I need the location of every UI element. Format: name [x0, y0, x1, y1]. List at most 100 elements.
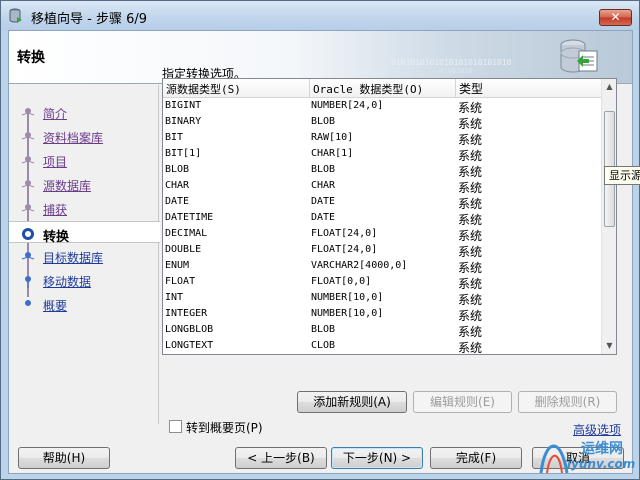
table-row[interactable]: CHAR CHAR 系统 [163, 179, 601, 195]
rule-type-cell: 系统 [458, 293, 483, 307]
table-row[interactable]: LONGTEXT CLOB 系统 [163, 339, 601, 354]
close-button[interactable]: ✕ [599, 9, 632, 26]
nav-step-convert[interactable]: 转换 [9, 221, 160, 245]
table-row[interactable]: FLOAT FLOAT[0,0] 系统 [163, 275, 601, 291]
table-row[interactable]: DATE DATE 系统 [163, 195, 601, 211]
table-header: 源数据类型(S) Oracle 数据类型(O) 类型 [163, 79, 601, 98]
database-migrate-icon [560, 39, 598, 73]
source-type-cell: BLOB [165, 164, 190, 175]
scroll-up-icon[interactable]: ▲ [604, 81, 615, 93]
table-row[interactable]: ENUM VARCHAR2[4000,0] 系统 [163, 259, 601, 275]
scroll-down-icon[interactable]: ▼ [604, 340, 615, 352]
table-row[interactable]: INT NUMBER[10,0] 系统 [163, 291, 601, 307]
step-pending-icon [25, 276, 31, 288]
nav-step-label: 移动数据 [43, 275, 92, 289]
table-row[interactable]: BIT[1] CHAR[1] 系统 [163, 147, 601, 163]
column-divider[interactable] [309, 79, 310, 98]
watermark-text: 运维网 [581, 441, 623, 457]
step-done-icon [21, 108, 35, 116]
add-rule-button[interactable]: 添加新规则(A) [297, 391, 407, 413]
oracle-type-cell: NUMBER[24,0] [311, 100, 384, 111]
rule-type-cell: 系统 [458, 149, 483, 163]
nav-step-label: 概要 [43, 299, 68, 313]
help-button[interactable]: 帮助(H) [18, 447, 110, 469]
column-header-type[interactable]: 类型 [459, 80, 483, 97]
nav-step-label: 资料档案库 [43, 131, 104, 145]
nav-step-label: 简介 [43, 107, 68, 121]
wizard-window: 移植向导 - 步骤 6/9 ✕ 转换 010101010101010101010… [0, 0, 640, 480]
step-title: 转换 [17, 50, 45, 66]
tooltip: 显示源 [604, 166, 640, 185]
source-type-cell: BIGINT [165, 100, 202, 111]
type-mapping-table[interactable]: 源数据类型(S) Oracle 数据类型(O) 类型 BIGINT NUMBER[… [162, 78, 617, 355]
oracle-type-cell: FLOAT[24,0] [311, 244, 378, 255]
nav-step-label: 目标数据库 [43, 251, 104, 265]
oracle-type-cell: VARCHAR2[4000,0] [311, 260, 408, 271]
nav-step-project[interactable]: 项目 [9, 149, 159, 171]
nav-step-capture[interactable]: 捕获 [9, 197, 159, 219]
table-row[interactable]: BLOB BLOB 系统 [163, 163, 601, 179]
table-row[interactable]: BINARY BLOB 系统 [163, 115, 601, 131]
nav-step-move-data[interactable]: 移动数据 [9, 269, 159, 291]
source-type-cell: BINARY [165, 116, 202, 127]
goto-summary-checkbox[interactable] [169, 420, 182, 433]
window-title: 移植向导 - 步骤 6/9 [31, 12, 148, 27]
rule-type-cell: 系统 [458, 213, 483, 227]
table-row[interactable]: INTEGER NUMBER[10,0] 系统 [163, 307, 601, 323]
rule-type-cell: 系统 [458, 261, 483, 275]
nav-step-label: 源数据库 [43, 179, 92, 193]
step-done-icon [21, 204, 35, 212]
table-row[interactable]: DATETIME DATE 系统 [163, 211, 601, 227]
table-row[interactable]: DOUBLE FLOAT[24,0] 系统 [163, 243, 601, 259]
svg-text:01001010: 01001010 [439, 67, 473, 75]
table-row[interactable]: BIGINT NUMBER[24,0] 系统 [163, 99, 601, 115]
step-done-icon [21, 156, 35, 164]
source-type-cell: ENUM [165, 260, 190, 271]
vertical-scrollbar[interactable]: ▲ ▼ [601, 79, 616, 354]
rule-type-cell: 系统 [458, 133, 483, 147]
oracle-type-cell: NUMBER[10,0] [311, 308, 384, 319]
header-binary-text: 0101010101010101010101010 [391, 58, 512, 67]
database-app-icon [9, 8, 22, 23]
next-button[interactable]: 下一步(N) > [331, 447, 423, 469]
nav-step-label: 捕获 [43, 203, 68, 217]
goto-summary-label[interactable]: 转到概要页(P) [186, 419, 263, 436]
edit-rule-button[interactable]: 编辑规则(E) [413, 391, 512, 413]
nav-step-source-db[interactable]: 源数据库 [9, 173, 159, 195]
finish-button[interactable]: 完成(F) [430, 447, 522, 469]
rule-type-cell: 系统 [458, 181, 483, 195]
oracle-type-cell: CHAR [311, 180, 336, 191]
title-bar[interactable]: 移植向导 - 步骤 6/9 ✕ [1, 1, 639, 30]
delete-rule-button[interactable]: 删除规则(R) [518, 391, 617, 413]
oracle-type-cell: BLOB [311, 116, 336, 127]
source-type-cell: INT [165, 292, 184, 303]
table-row[interactable]: DECIMAL FLOAT[24,0] 系统 [163, 227, 601, 243]
table-row[interactable]: LONGBLOB BLOB 系统 [163, 323, 601, 339]
nav-step-label: 项目 [43, 155, 68, 169]
source-type-cell: CHAR [165, 180, 190, 191]
step-pending-icon [25, 300, 31, 306]
rule-type-cell: 系统 [458, 309, 483, 323]
back-button[interactable]: < 上一步(B) [235, 447, 327, 469]
watermark-url: iyunv.com [567, 457, 636, 471]
wizard-steps-nav: 简介 资料档案库 项目 源数据库 捕获 转换 目标数据库 移动数据 概要 [9, 85, 160, 424]
rule-type-cell: 系统 [458, 325, 483, 339]
rule-type-cell: 系统 [458, 245, 483, 259]
close-icon: ✕ [610, 10, 621, 24]
oracle-type-cell: BLOB [311, 164, 336, 175]
source-type-cell: DATETIME [165, 212, 214, 223]
nav-step-target-db[interactable]: 目标数据库 [9, 245, 159, 267]
nav-step-intro[interactable]: 简介 [9, 101, 159, 123]
oracle-type-cell: RAW[10] [311, 132, 354, 143]
rule-type-cell: 系统 [458, 165, 483, 179]
nav-step-repository[interactable]: 资料档案库 [9, 125, 159, 147]
column-header-source-type[interactable]: 源数据类型(S) [166, 81, 241, 97]
step-done-icon [21, 180, 35, 188]
nav-step-summary[interactable]: 概要 [9, 293, 159, 315]
column-divider[interactable] [455, 79, 456, 98]
table-row[interactable]: BIT RAW[10] 系统 [163, 131, 601, 147]
source-type-cell: FLOAT [165, 276, 196, 287]
step-done-icon [21, 132, 35, 140]
column-header-oracle-type[interactable]: Oracle 数据类型(O) [313, 81, 423, 97]
oracle-type-cell: BLOB [311, 324, 336, 335]
